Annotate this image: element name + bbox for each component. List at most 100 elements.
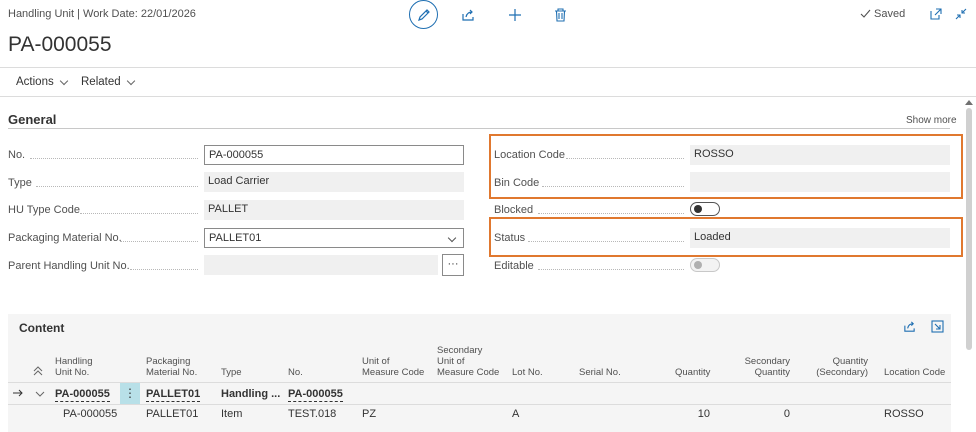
label-leader xyxy=(30,158,198,159)
blocked-toggle[interactable] xyxy=(690,202,720,216)
saved-label: Saved xyxy=(874,8,906,20)
section-divider xyxy=(8,128,950,129)
pencil-icon xyxy=(417,8,430,21)
no-field[interactable]: PA-000055 xyxy=(204,145,464,165)
menu-divider xyxy=(0,96,976,97)
page-title: PA-000055 xyxy=(8,33,112,56)
toggle-knob xyxy=(694,261,702,269)
col-quantity-secondary[interactable]: Quantity (Secondary) xyxy=(810,356,868,378)
content-expand-button[interactable] xyxy=(931,320,944,336)
trash-icon xyxy=(554,8,566,22)
row1-type: Handling ... xyxy=(221,388,281,400)
lookup-button[interactable]: ··· xyxy=(442,254,464,276)
label-leader xyxy=(130,269,198,270)
new-button[interactable] xyxy=(502,4,528,26)
header-divider xyxy=(0,67,976,68)
collapse-button[interactable] xyxy=(953,6,969,22)
col-handling-unit-no[interactable]: Handling Unit No. xyxy=(55,356,93,378)
row-collapse-icon[interactable] xyxy=(35,389,45,401)
row2-unit-of-measure-code: PZ xyxy=(362,408,377,420)
share-icon xyxy=(462,9,474,21)
col-unit-of-measure-code[interactable]: Unit of Measure Code xyxy=(362,356,424,378)
packaging-material-no-label: Packaging Material No. xyxy=(8,232,122,244)
label-leader xyxy=(528,241,684,242)
location-code-label: Location Code xyxy=(494,149,565,161)
col-secondary-unit-of-measure-code[interactable]: Secondary Unit of Measure Code xyxy=(437,345,499,378)
toggle-knob xyxy=(694,205,702,213)
col-location-code[interactable]: Location Code xyxy=(884,367,945,378)
label-leader xyxy=(538,213,684,214)
row2-lot-no: A xyxy=(512,408,520,420)
col-serial-no[interactable]: Serial No. xyxy=(579,367,621,378)
packaging-material-no-value: PALLET01 xyxy=(209,232,262,244)
col-secondary-quantity[interactable]: Secondary Quantity xyxy=(740,356,790,378)
open-in-new-window-icon xyxy=(930,8,942,20)
current-row-arrow-icon xyxy=(12,388,24,401)
type-field: Load Carrier xyxy=(204,172,464,192)
editable-label: Editable xyxy=(494,260,534,272)
saved-status: Saved xyxy=(860,8,905,20)
share-icon xyxy=(904,321,915,332)
editable-toggle xyxy=(690,258,720,272)
general-section-title[interactable]: General xyxy=(8,112,56,127)
page-scrollbar[interactable] xyxy=(966,108,972,350)
open-new-window-button[interactable] xyxy=(928,6,944,22)
collapse-all-icon[interactable] xyxy=(33,366,43,379)
parent-handling-unit-no-field[interactable] xyxy=(204,255,438,275)
edit-button[interactable] xyxy=(409,0,438,29)
label-leader xyxy=(120,241,198,242)
delete-button[interactable] xyxy=(547,4,573,26)
chevron-down-icon xyxy=(446,232,457,244)
label-leader xyxy=(80,213,198,214)
type-label: Type xyxy=(8,177,32,189)
no-label: No. xyxy=(8,149,26,161)
label-leader xyxy=(538,269,684,270)
parent-handling-unit-no-label: Parent Handling Unit No. xyxy=(8,260,130,272)
plus-icon xyxy=(509,9,521,21)
row2-quantity: 10 xyxy=(697,408,710,420)
status-label: Status xyxy=(494,232,526,244)
bin-code-field xyxy=(690,172,950,192)
row2-packaging-material-no: PALLET01 xyxy=(146,408,199,420)
row1-packaging-material-no[interactable]: PALLET01 xyxy=(146,388,201,402)
blocked-label: Blocked xyxy=(494,204,534,216)
label-leader xyxy=(566,158,684,159)
row2-location-code: ROSSO xyxy=(884,408,924,420)
related-label: Related xyxy=(81,76,121,88)
row2-secondary-quantity: 0 xyxy=(783,408,790,420)
col-packaging-material-no[interactable]: Packaging Material No. xyxy=(146,356,197,378)
hu-type-code-field: PALLET xyxy=(204,200,464,220)
actions-menu[interactable]: Actions xyxy=(16,76,68,88)
breadcrumb: Handling Unit | Work Date: 22/01/2026 xyxy=(8,8,196,20)
col-no[interactable]: No. xyxy=(288,367,303,378)
bin-code-label: Bin Code xyxy=(494,177,540,189)
row2-handling-unit-no: PA-000055 xyxy=(63,408,118,420)
collapse-icon xyxy=(955,8,967,20)
status-field: Loaded xyxy=(690,228,950,248)
col-type[interactable]: Type xyxy=(221,367,242,378)
chevron-down-icon xyxy=(126,76,135,85)
checkmark-icon xyxy=(860,9,871,18)
col-lot-no[interactable]: Lot No. xyxy=(512,367,543,378)
show-more-link[interactable]: Show more xyxy=(906,115,957,126)
row1-handling-unit-no[interactable]: PA-000055 xyxy=(55,388,110,402)
content-share-button[interactable] xyxy=(903,320,916,336)
label-leader xyxy=(542,186,684,187)
row1-no[interactable]: PA-000055 xyxy=(288,388,343,402)
row2-no: TEST.018 xyxy=(288,408,337,420)
hu-type-code-label: HU Type Code xyxy=(8,204,80,216)
label-leader xyxy=(36,186,198,187)
row-separator xyxy=(8,404,951,405)
actions-label: Actions xyxy=(16,76,54,88)
location-code-field: ROSSO xyxy=(690,145,950,165)
share-button[interactable] xyxy=(455,4,481,26)
row2-type: Item xyxy=(221,408,243,420)
expand-icon xyxy=(931,320,944,333)
col-quantity[interactable]: Quantity xyxy=(675,367,710,378)
chevron-down-icon xyxy=(59,76,68,85)
content-title[interactable]: Content xyxy=(19,321,64,335)
row-actions-button[interactable]: ⋮ xyxy=(120,383,140,404)
related-menu[interactable]: Related xyxy=(81,76,135,88)
packaging-material-no-select[interactable]: PALLET01 xyxy=(204,228,464,248)
scroll-up-arrow-icon[interactable] xyxy=(965,100,973,105)
